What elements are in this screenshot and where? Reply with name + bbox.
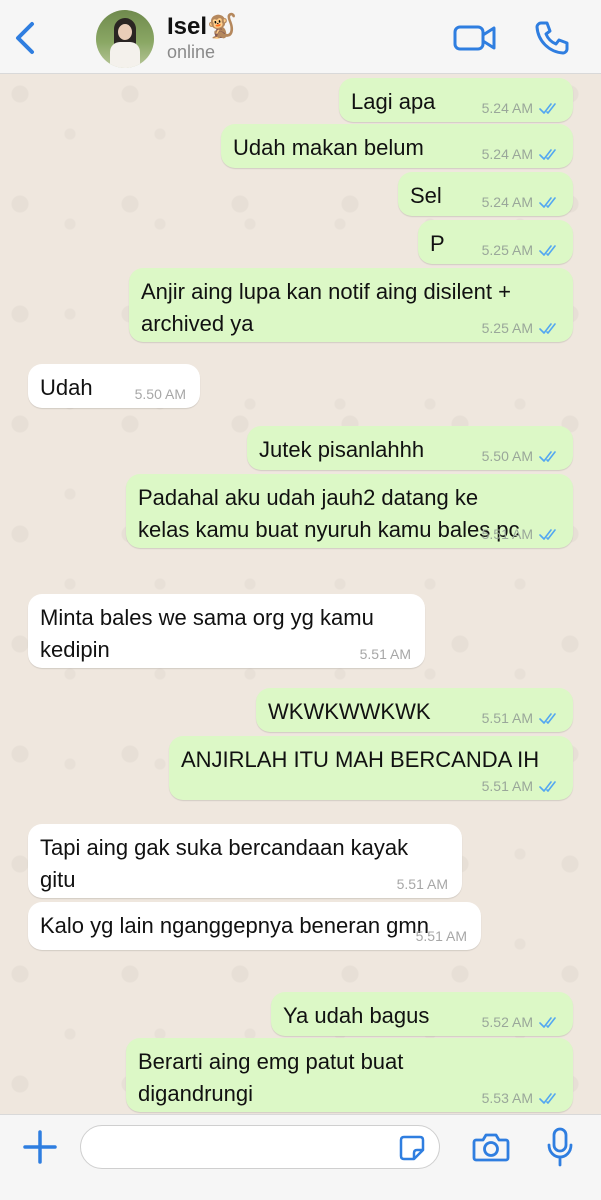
message-time: 5.24 AM [481,146,533,162]
message-meta: 5.53 AM [482,1090,559,1106]
outgoing-message[interactable]: WKWKWWKWK 5.51 AM [256,688,573,732]
message-time: 5.50 AM [134,386,186,402]
outgoing-message[interactable]: Padahal aku udah jauh2 datang ke kelas k… [126,474,573,548]
read-receipt-icon [539,197,556,208]
input-bar [0,1114,601,1200]
read-receipt-icon [539,1093,556,1104]
message-meta: 5.50 AM [482,448,559,464]
back-button[interactable] [10,18,40,58]
sticker-icon [399,1135,425,1161]
avatar-face [118,24,132,40]
message-meta: 5.51 AM [482,526,559,542]
sticker-button[interactable] [398,1134,426,1162]
attach-button[interactable] [22,1129,58,1165]
video-call-button[interactable] [452,18,498,58]
message-meta: 5.25 AM [482,242,559,258]
outgoing-message[interactable]: Lagi apa 5.24 AM [339,78,573,122]
contact-status: online [167,42,216,62]
message-time: 5.51 AM [481,778,533,794]
read-receipt-icon [539,103,556,114]
message-meta: 5.52 AM [482,1014,559,1030]
read-receipt-icon [539,323,556,334]
microphone-icon [547,1127,573,1167]
message-meta: 5.24 AM [482,100,559,116]
message-meta: 5.51 AM [416,928,467,944]
video-call-icon [453,25,496,51]
message-meta: 5.25 AM [482,320,559,336]
message-text: ANJIRLAH ITU MAH BERCANDA IH [181,747,540,772]
message-meta: 5.51 AM [482,778,559,794]
chat-header: Isel🐒 online [0,0,601,74]
outgoing-message[interactable]: ANJIRLAH ITU MAH BERCANDA IH 5.51 AM [169,736,573,800]
outgoing-message[interactable]: Udah makan belum 5.24 AM [221,124,573,168]
message-time: 5.53 AM [481,1090,533,1106]
read-receipt-icon [539,713,556,724]
message-time: 5.51 AM [415,928,467,944]
read-receipt-icon [539,781,556,792]
chat-area[interactable]: Lagi apa 5.24 AM Udah makan belum 5.24 AM Se… [0,74,601,1114]
camera-button[interactable] [472,1131,510,1163]
message-meta: 5.24 AM [482,146,559,162]
message-time: 5.51 AM [396,876,448,892]
message-meta: 5.51 AM [360,646,411,662]
read-receipt-icon [539,149,556,160]
message-time: 5.25 AM [481,320,533,336]
incoming-message[interactable]: Tapi aing gak suka bercandaan kayak gitu… [28,824,462,898]
read-receipt-icon [539,451,556,462]
outgoing-message[interactable]: Jutek pisanlahhh 5.50 AM [247,426,573,470]
outgoing-message[interactable]: Anjir aing lupa kan notif aing disilent … [129,268,573,342]
incoming-message[interactable]: Minta bales we sama org yg kamu kedipin 5… [28,594,425,668]
message-meta: 5.50 AM [135,386,186,402]
read-receipt-icon [539,245,556,256]
contact-name[interactable]: Isel🐒 [167,12,237,41]
message-time: 5.25 AM [481,242,533,258]
message-text: Kalo yg lain nganggepnya beneran gmn [40,913,429,938]
microphone-button[interactable] [546,1127,574,1167]
message-text: Minta bales we sama org yg kamu kedipin [40,605,374,662]
message-time: 5.24 AM [481,194,533,210]
camera-icon [472,1133,510,1162]
message-time: 5.51 AM [359,646,411,662]
avatar[interactable] [96,10,154,68]
phone-icon [535,21,569,55]
incoming-message[interactable]: Udah 5.50 AM [28,364,200,408]
message-meta: 5.51 AM [482,710,559,726]
outgoing-message[interactable]: P 5.25 AM [418,220,573,264]
message-meta: 5.24 AM [482,194,559,210]
incoming-message[interactable]: Kalo yg lain nganggepnya beneran gmn 5.51… [28,902,481,950]
read-receipt-icon [539,1017,556,1028]
message-time: 5.52 AM [481,1014,533,1030]
message-input[interactable] [80,1125,440,1169]
chevron-left-icon [16,22,34,54]
avatar-body [110,42,140,68]
message-time: 5.50 AM [481,448,533,464]
message-time: 5.24 AM [481,100,533,116]
outgoing-message[interactable]: Ya udah bagus 5.52 AM [271,992,573,1036]
message-time: 5.51 AM [481,526,533,542]
voice-call-button[interactable] [532,18,572,58]
message-meta: 5.51 AM [397,876,448,892]
plus-icon [23,1130,57,1164]
message-text: Tapi aing gak suka bercandaan kayak gitu [40,835,409,892]
message-time: 5.51 AM [481,710,533,726]
outgoing-message[interactable]: Berarti aing emg patut buat digandrungi 5… [126,1038,573,1112]
read-receipt-icon [539,529,556,540]
outgoing-message[interactable]: Sel 5.24 AM [398,172,573,216]
